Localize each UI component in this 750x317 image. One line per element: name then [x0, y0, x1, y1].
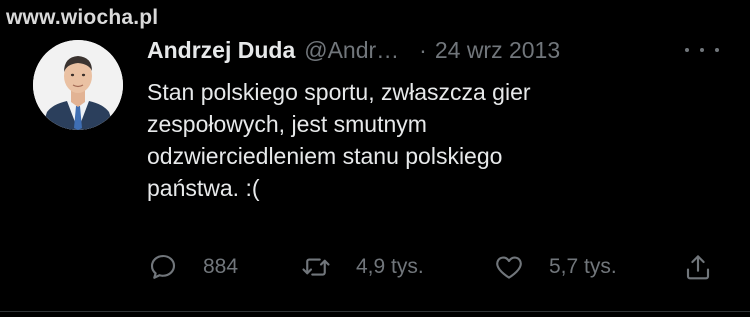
more-dot-icon	[700, 48, 704, 52]
tweet-date[interactable]: 24 wrz 2013	[435, 37, 560, 64]
like-button[interactable]: 5,7 tys.	[494, 250, 617, 284]
like-count: 5,7 tys.	[549, 255, 617, 278]
divider	[0, 311, 750, 312]
author-handle[interactable]: @Andr…	[304, 37, 399, 64]
retweet-count: 4,9 tys.	[356, 255, 424, 278]
tweet-text-line: Stan polskiego sportu, zwłaszcza gier	[147, 79, 531, 105]
avatar-photo-icon	[33, 40, 123, 130]
heart-icon	[496, 256, 522, 279]
tweet-card[interactable]: Andrzej Duda @Andr… · 24 wrz 2013 Stan p…	[0, 0, 750, 317]
tweet-text-line: państwa. :(	[147, 175, 260, 201]
tweet-actions: 884 4,9 tys. 5,7 tys.	[0, 250, 750, 284]
tweet-text-line: zespołowych, jest smutnym	[147, 111, 427, 137]
retweet-arrows-icon	[302, 258, 330, 276]
tweet-text: Stan polskiego sportu, zwłaszcza gier ze…	[147, 76, 687, 204]
share-button[interactable]	[683, 250, 713, 284]
author-name[interactable]: Andrzej Duda	[147, 37, 295, 64]
more-options-button[interactable]	[685, 40, 719, 60]
share-upload-icon	[686, 255, 710, 280]
speech-bubble-icon	[150, 254, 176, 279]
reply-button[interactable]: 884	[148, 250, 238, 284]
header-separator: ·	[419, 36, 427, 63]
avatar[interactable]	[33, 40, 123, 130]
tweet-header: Andrzej Duda @Andr… · 24 wrz 2013	[147, 35, 560, 65]
more-dot-icon	[685, 48, 689, 52]
tweet-text-line: odzwierciedleniem stanu polskiego	[147, 143, 503, 169]
retweet-button[interactable]: 4,9 tys.	[301, 250, 424, 284]
reply-count: 884	[203, 255, 239, 278]
more-dot-icon	[715, 48, 719, 52]
